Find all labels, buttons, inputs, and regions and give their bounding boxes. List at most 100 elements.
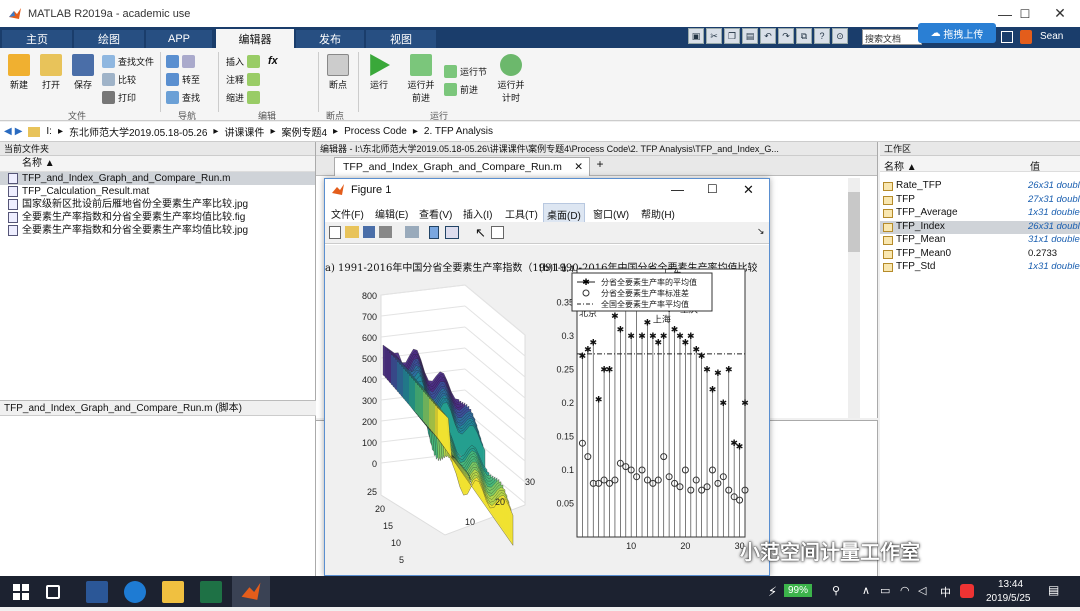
people-icon[interactable]: ⚲	[832, 584, 840, 597]
new-figure-icon[interactable]	[329, 226, 341, 239]
workspace-var[interactable]: TFP_Average 1x31 double	[880, 207, 1080, 220]
wifi-icon[interactable]: ◠	[900, 584, 910, 597]
column-header-name[interactable]: 名称 ▲	[0, 156, 315, 172]
breakpoints-button[interactable]: 断点	[326, 54, 350, 91]
close-tab-icon[interactable]: ✕	[574, 158, 583, 176]
scatter-plot[interactable]: 0.40.350.30.250.20.150.10.0510 20 30✱✱✱✱✱✱…	[547, 265, 769, 575]
tab-editor[interactable]: 编辑器	[216, 29, 294, 48]
maximize-button[interactable]: ☐	[1005, 0, 1045, 27]
property-editor-icon[interactable]	[491, 226, 504, 239]
menu-view[interactable]: 查看(V)	[419, 206, 452, 221]
workspace-var[interactable]: TFP_Mean 31x1 double	[880, 234, 1080, 247]
figure-window[interactable]: Figure 1 — ☐ ✕ 文件(F) 编辑(E) 查看(V) 插入(I) 工…	[324, 178, 770, 576]
switch-windows-icon[interactable]: ⧉	[796, 28, 812, 44]
open-button[interactable]: 打开	[38, 54, 64, 91]
new-tab-button[interactable]: +	[592, 157, 608, 176]
figure-maximize-button[interactable]: ☐	[707, 182, 718, 196]
file-item[interactable]: 全要素生产率指数和分省全要素生产率均值比较.jpg	[0, 224, 315, 237]
paste-icon[interactable]: ▤	[742, 28, 758, 44]
save-quick-icon[interactable]: ▣	[688, 28, 704, 44]
crumb-3[interactable]: 案例专题4	[281, 124, 327, 139]
save-button[interactable]: 保存	[70, 54, 96, 91]
menu-tools[interactable]: 工具(T)	[505, 206, 538, 221]
notification-center-icon[interactable]: ▤	[1048, 583, 1059, 597]
undo-icon[interactable]: ↶	[760, 28, 776, 44]
tab-home[interactable]: 主页	[2, 30, 72, 48]
details-panel-header[interactable]: TFP_and_Index_Graph_and_Compare_Run.m (脚…	[0, 400, 316, 416]
run-button[interactable]: 运行	[366, 54, 392, 91]
forward-icon[interactable]: ▶	[15, 126, 23, 137]
figure-minimize-button[interactable]: —	[671, 182, 684, 197]
comment-button[interactable]: 注释	[226, 73, 261, 86]
crumb-1[interactable]: 东北师范大学2019.05.18-05.26	[69, 124, 207, 139]
file-item[interactable]: TFP_Calculation_Result.mat	[0, 185, 315, 198]
menu-insert[interactable]: 插入(I)	[463, 206, 492, 221]
clock-time[interactable]: 13:44	[998, 579, 1023, 590]
indent-button[interactable]: 缩进	[226, 91, 261, 104]
back-icon[interactable]: ◀	[4, 126, 12, 137]
battery-indicator[interactable]: 99%	[784, 584, 813, 597]
legend-icon[interactable]	[445, 226, 459, 239]
network-icon[interactable]: ▭	[880, 584, 890, 597]
scroll-thumb[interactable]	[848, 192, 860, 252]
ws-col-value[interactable]: 值	[1030, 158, 1040, 173]
tab-plots[interactable]: 绘图	[74, 30, 144, 48]
workspace-var[interactable]: TFP_Index 26x31 double	[880, 221, 1080, 234]
figure-canvas[interactable]: a) 1991-2016年中国分省全要素生产率指数（1991-1 (b)1990…	[325, 245, 769, 575]
word-icon[interactable]	[86, 581, 108, 603]
redo-icon[interactable]: ↷	[778, 28, 794, 44]
file-item[interactable]: 国家级新区批设前后雁地省份全要素生产率比较.jpg	[0, 198, 315, 211]
find-button[interactable]: 查找	[166, 91, 200, 104]
menu-edit[interactable]: 编辑(E)	[375, 206, 408, 221]
nav-back-forward[interactable]	[166, 55, 195, 68]
run-and-time-button[interactable]: 运行并 计时	[494, 54, 528, 104]
menu-window[interactable]: 窗口(W)	[593, 206, 629, 221]
notifications-icon[interactable]	[1020, 30, 1032, 44]
workspace-var[interactable]: TFP 27x31 double	[880, 194, 1080, 207]
run-section-button[interactable]: 运行节	[444, 65, 487, 78]
volume-icon[interactable]: ◁	[918, 584, 926, 597]
tab-apps[interactable]: APP	[146, 30, 212, 48]
figure-titlebar[interactable]: Figure 1 — ☐ ✕	[325, 179, 769, 201]
search-documentation-input[interactable]: 搜索文档	[862, 29, 922, 45]
tab-view[interactable]: 视图	[366, 30, 436, 48]
fx-button[interactable]: fx	[268, 55, 278, 67]
address-bar[interactable]: ◀ ▶ I: ▸ 东北师范大学2019.05.18-05.26 ▸ 讲课课件 ▸ 案例…	[0, 122, 1080, 142]
workspace-var[interactable]: Rate_TFP 26x31 double	[880, 180, 1080, 193]
run-advance-button[interactable]: 运行并 前进	[404, 54, 438, 104]
file-item[interactable]: TFP_and_Index_Graph_and_Compare_Run.m	[0, 172, 315, 185]
workspace-var[interactable]: TFP_Std 1x31 double	[880, 261, 1080, 274]
task-view-icon[interactable]	[46, 585, 60, 599]
menu-help[interactable]: 帮助(H)	[641, 206, 675, 221]
advance-button[interactable]: 前进	[444, 83, 478, 96]
dock-arrow-icon[interactable]: ↘	[757, 226, 765, 237]
help-icon[interactable]: ?	[814, 28, 830, 44]
file-item[interactable]: 全要素生产率指数和分省全要素生产率均值比较.fig	[0, 211, 315, 224]
matlab-taskbar-button[interactable]	[232, 576, 270, 607]
clock-date[interactable]: 2019/5/25	[986, 593, 1031, 604]
compare-button[interactable]: 比较	[102, 73, 136, 86]
print-icon[interactable]	[379, 226, 392, 238]
insert-button[interactable]: 插入	[226, 55, 261, 68]
copy-icon[interactable]: ❐	[724, 28, 740, 44]
find-file-button[interactable]: 查找文件	[102, 55, 154, 68]
excel-icon[interactable]	[200, 581, 222, 603]
save-icon[interactable]	[363, 226, 375, 238]
crumb-5[interactable]: 2. TFP Analysis	[424, 126, 493, 137]
print-button[interactable]: 打印	[102, 91, 136, 104]
editor-scrollbar[interactable]	[848, 178, 860, 418]
tab-publish[interactable]: 发布	[296, 30, 364, 48]
figure-close-button[interactable]: ✕	[743, 182, 754, 198]
app-tray-icon[interactable]	[960, 584, 974, 598]
user-menu[interactable]: Sean	[1040, 31, 1063, 42]
workspace-var[interactable]: TFP_Mean0 0.2733	[880, 248, 1080, 261]
ws-col-name[interactable]: 名称 ▲	[884, 158, 917, 173]
pointer-icon[interactable]: ↖	[475, 225, 486, 241]
close-button[interactable]: ✕	[1040, 0, 1080, 27]
edge-icon[interactable]	[124, 581, 146, 603]
drive-crumb[interactable]: I:	[46, 126, 52, 137]
link-plot-icon[interactable]	[405, 226, 419, 238]
expand-icon[interactable]: ⊙	[832, 28, 848, 44]
cut-icon[interactable]: ✂	[706, 28, 722, 44]
editor-file-tab[interactable]: TFP_and_Index_Graph_and_Compare_Run.m ✕	[334, 157, 590, 176]
